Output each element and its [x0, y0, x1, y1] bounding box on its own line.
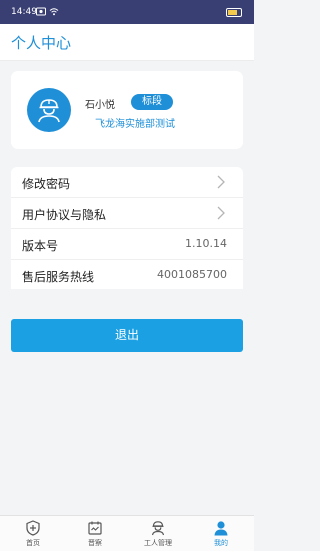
page-title: 个人中心: [11, 34, 72, 52]
version-row: 版本号 1.10.14: [11, 228, 243, 259]
version-value: 1.10.14: [185, 237, 227, 250]
notification-icon: [36, 7, 46, 19]
user-name: 石小悦: [85, 100, 115, 111]
tab-mine[interactable]: 我的: [189, 520, 253, 550]
worker-avatar-icon: [38, 99, 60, 123]
hotline-row[interactable]: 售后服务热线 4001085700: [11, 259, 243, 290]
avatar: [27, 88, 71, 132]
tab-worker-management[interactable]: 工人管理: [126, 520, 190, 550]
role-badge: 标段: [131, 94, 173, 110]
tab-inspection[interactable]: 晋察: [63, 520, 127, 550]
profile-card[interactable]: 石小悦 标段 飞龙海实施部测试: [11, 71, 243, 149]
bottom-tab-bar: 首页 晋察 工人管理 我的: [0, 515, 254, 551]
app-header: 个人中心: [0, 24, 254, 61]
tab-home-label: 首页: [26, 539, 40, 547]
change-password-row[interactable]: 修改密码: [11, 167, 243, 197]
battery-icon: [226, 8, 242, 17]
project-name: 飞龙海实施部测试: [95, 119, 175, 130]
chevron-right-icon: [217, 175, 225, 189]
hotline-value: 4001085700: [157, 268, 227, 281]
status-bar: 14:49: [0, 0, 254, 24]
tab-mine-label: 我的: [214, 539, 228, 547]
change-password-label: 修改密码: [22, 177, 71, 191]
hotline-label: 售后服务热线: [22, 270, 95, 284]
person-icon: [214, 521, 228, 536]
tab-home[interactable]: 首页: [1, 520, 65, 550]
tab-worker-management-label: 工人管理: [144, 539, 172, 547]
tab-inspection-label: 晋察: [88, 539, 102, 547]
settings-list: 修改密码 用户协议与隐私 版本号 1.10.14 售后服务热线 40010857…: [11, 167, 243, 289]
shield-icon: [26, 520, 40, 536]
version-label: 版本号: [22, 239, 59, 253]
agreement-privacy-row[interactable]: 用户协议与隐私: [11, 197, 243, 228]
status-time: 14:49: [11, 7, 37, 17]
wifi-icon: [49, 7, 59, 19]
calendar-icon: [88, 521, 102, 535]
logout-button[interactable]: 退出: [11, 319, 243, 352]
worker-icon: [151, 521, 165, 536]
agreement-privacy-label: 用户协议与隐私: [22, 208, 107, 222]
chevron-right-icon: [217, 206, 225, 220]
